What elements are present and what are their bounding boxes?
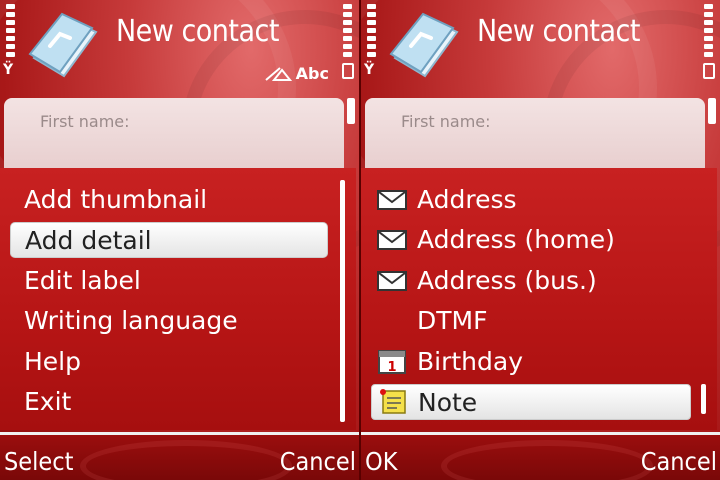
page-title: New contact xyxy=(116,14,279,49)
softkey-bar: OK Cancel xyxy=(361,432,720,480)
menu-item-help[interactable]: Help xyxy=(10,344,328,380)
envelope-icon xyxy=(377,271,407,291)
softkey-bar: Select Cancel xyxy=(0,432,359,480)
menu-item-label: Birthday xyxy=(417,347,524,376)
menu-scrollbar-thumb[interactable] xyxy=(701,384,706,414)
menu-item-writing-language[interactable]: Writing language xyxy=(10,303,328,339)
first-name-field[interactable]: First name: xyxy=(365,98,705,168)
page-title: New contact xyxy=(477,14,640,49)
menu-item-add-detail[interactable]: Add detail xyxy=(10,222,328,258)
battery-level-icon xyxy=(343,4,353,60)
first-name-field[interactable]: First name: xyxy=(4,98,344,168)
battery-icon xyxy=(342,63,354,79)
menu-item-note[interactable]: Note xyxy=(371,384,691,420)
cancel-softkey[interactable]: Cancel xyxy=(641,447,717,476)
antenna-icon: Ÿ xyxy=(3,62,14,78)
signal-strength-icon xyxy=(367,4,377,60)
menu-item-address[interactable]: Address xyxy=(371,182,691,218)
menu-item-exit[interactable]: Exit xyxy=(10,384,328,420)
note-icon xyxy=(380,389,406,414)
menu-item-label: Address xyxy=(417,185,517,214)
menu-item-label: Note xyxy=(418,388,478,417)
signal-strength-icon xyxy=(6,4,16,60)
calendar-day: 1 xyxy=(387,360,396,374)
menu-item-add-thumbnail[interactable]: Add thumbnail xyxy=(10,182,328,218)
form-scrollbar[interactable] xyxy=(708,98,716,124)
menu-item-edit-label[interactable]: Edit label xyxy=(10,263,328,299)
background-decoration xyxy=(80,440,292,480)
pencil-icon xyxy=(265,66,292,81)
menu-item-address-bus[interactable]: Address (bus.) xyxy=(371,263,691,299)
add-detail-menu: Address Address (home) Address (bus.) DT… xyxy=(361,168,717,430)
menu-item-address-home[interactable]: Address (home) xyxy=(371,222,691,258)
input-mode-indicator: Abc xyxy=(264,64,329,83)
ok-softkey[interactable]: OK xyxy=(365,447,397,476)
form-scrollbar[interactable] xyxy=(347,98,355,124)
menu-item-birthday[interactable]: 1 Birthday xyxy=(371,344,691,380)
calendar-icon: 1 xyxy=(378,350,406,374)
background-decoration xyxy=(441,440,653,480)
input-mode-label: Abc xyxy=(295,64,329,83)
first-name-label: First name: xyxy=(40,112,130,131)
menu-scrollbar[interactable] xyxy=(340,180,345,422)
options-menu: Add thumbnail Add detail Edit label Writ… xyxy=(0,168,356,430)
contacts-book-icon xyxy=(28,12,98,78)
dual-screen: Ÿ New contact Abc First name: Add thumbn… xyxy=(0,0,720,480)
battery-icon xyxy=(703,63,715,79)
first-name-label: First name: xyxy=(401,112,491,131)
menu-item-label: Address (bus.) xyxy=(417,266,597,295)
right-screen: Ÿ New contact First name: Address Addres… xyxy=(359,0,720,480)
envelope-icon xyxy=(377,230,407,250)
left-screen: Ÿ New contact Abc First name: Add thumbn… xyxy=(0,0,359,480)
menu-item-label: Address (home) xyxy=(417,225,615,254)
antenna-icon: Ÿ xyxy=(364,62,375,78)
menu-scrollbar-thumb[interactable] xyxy=(340,180,345,422)
contacts-book-icon xyxy=(389,12,459,78)
battery-level-icon xyxy=(704,4,714,60)
menu-item-label: DTMF xyxy=(417,306,488,335)
menu-item-dtmf[interactable]: DTMF xyxy=(371,303,691,339)
envelope-icon xyxy=(377,190,407,210)
select-softkey[interactable]: Select xyxy=(4,447,73,476)
cancel-softkey[interactable]: Cancel xyxy=(280,447,356,476)
